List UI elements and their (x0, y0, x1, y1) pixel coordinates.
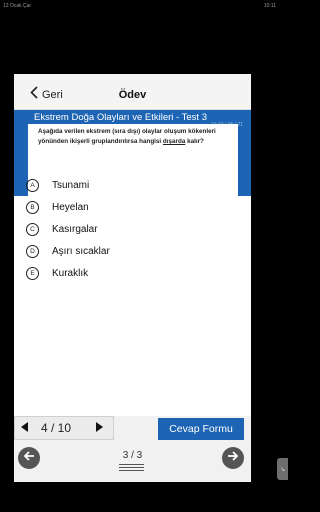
option-letter: E (26, 266, 39, 280)
option-letter: D (26, 244, 39, 258)
question-text-emphasis: dışarda (162, 138, 186, 145)
app-screen: Geri Ödev Ekstrem Doğa Olayları ve Etkil… (14, 74, 251, 482)
next-page-button[interactable] (222, 447, 244, 469)
option-text: Tsunami (52, 179, 90, 191)
option-b[interactable]: B Heyelan (26, 199, 216, 215)
prev-question-button[interactable] (15, 419, 35, 437)
status-date: 12 Ocak Çar (3, 3, 32, 9)
page-title: Ödev (118, 89, 147, 101)
option-letter: B (26, 200, 39, 214)
option-text: Kuraklık (52, 267, 89, 279)
top-bar: Geri Ödev (14, 74, 251, 110)
option-text: Heyelan (52, 201, 89, 213)
next-question-button[interactable] (89, 419, 109, 437)
option-c[interactable]: C Kasırgalar (26, 221, 216, 237)
triangle-left-icon (21, 419, 29, 437)
option-text: Kasırgalar (52, 223, 98, 235)
bottom-controls: 4 / 10 Cevap Formu 3 / 3 (14, 416, 251, 482)
expand-icon[interactable]: ↘ (277, 458, 288, 480)
status-bar: 12 Ocak Çar 10:11 (0, 0, 288, 12)
option-letter: C (26, 222, 39, 236)
page-indicator-lines (119, 464, 144, 473)
option-d[interactable]: D Aşırı sıcaklar (26, 243, 216, 259)
option-text: Aşırı sıcaklar (52, 245, 110, 257)
arrow-right-icon (227, 449, 239, 467)
answer-form-button[interactable]: Cevap Formu (158, 418, 244, 440)
pager-text: 4 / 10 (41, 421, 72, 435)
option-a[interactable]: A Tsunami (26, 177, 216, 193)
question-pager: 4 / 10 (14, 416, 114, 440)
status-time: 10:11 (263, 3, 276, 9)
triangle-right-icon (95, 419, 103, 437)
option-e[interactable]: E Kuraklık (26, 265, 216, 281)
page-count: 3 / 3 (122, 450, 143, 461)
question-text-end: kalır? (185, 138, 204, 145)
test-title: Ekstrem Doğa Olayları ve Etkileri - Test… (34, 112, 207, 123)
option-letter: A (26, 178, 39, 192)
